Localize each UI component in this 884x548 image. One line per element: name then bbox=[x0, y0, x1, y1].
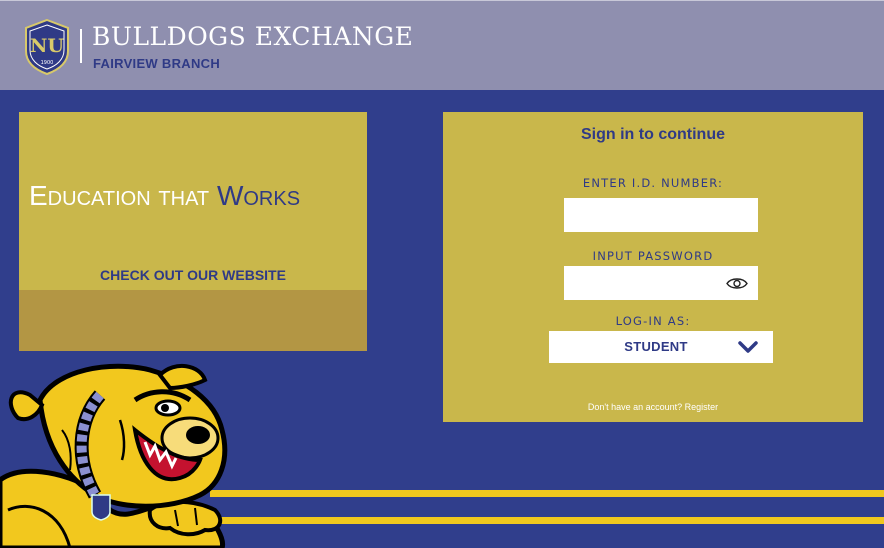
login-panel: Sign in to continue ENTER I.D. NUMBER: I… bbox=[443, 112, 863, 422]
decor-stripe-lower bbox=[210, 517, 884, 524]
login-as-select[interactable]: STUDENT bbox=[549, 331, 773, 363]
login-title: Sign in to continue bbox=[581, 126, 725, 143]
site-header: NU 1900 BULLDOGS EXCHANGE FAIRVIEW BRANC… bbox=[0, 0, 884, 90]
register-link[interactable]: Don't have an account? Register bbox=[443, 402, 863, 412]
logo-year: 1900 bbox=[41, 60, 54, 66]
promo-panel: Education that Works CHECK OUT OUR WEBSI… bbox=[19, 112, 367, 351]
branch-name: FAIRVIEW BRANCH bbox=[93, 56, 221, 71]
header-divider bbox=[80, 29, 82, 63]
eye-icon[interactable] bbox=[726, 277, 748, 290]
id-number-input[interactable] bbox=[564, 198, 758, 232]
tagline-part-2: Works bbox=[216, 180, 301, 211]
tagline-part-1: Education that bbox=[29, 180, 217, 211]
password-input[interactable] bbox=[564, 266, 758, 300]
website-link[interactable]: CHECK OUT OUR WEBSITE bbox=[19, 267, 367, 283]
school-shield-icon[interactable]: NU 1900 bbox=[24, 19, 70, 75]
id-number-label: ENTER I.D. NUMBER: bbox=[582, 176, 724, 190]
bulldog-mascot bbox=[0, 363, 228, 548]
decor-stripe-upper bbox=[210, 490, 884, 497]
promo-band bbox=[19, 290, 367, 351]
password-label: INPUT PASSWORD bbox=[592, 249, 714, 263]
login-as-label: LOG-IN AS: bbox=[615, 314, 691, 328]
logo-letters: NU bbox=[30, 35, 64, 57]
promo-tagline: Education that Works bbox=[29, 180, 300, 212]
chevron-down-icon[interactable] bbox=[737, 340, 759, 354]
site-title: BULLDOGS EXCHANGE bbox=[92, 22, 414, 51]
login-as-value: STUDENT bbox=[624, 339, 688, 354]
